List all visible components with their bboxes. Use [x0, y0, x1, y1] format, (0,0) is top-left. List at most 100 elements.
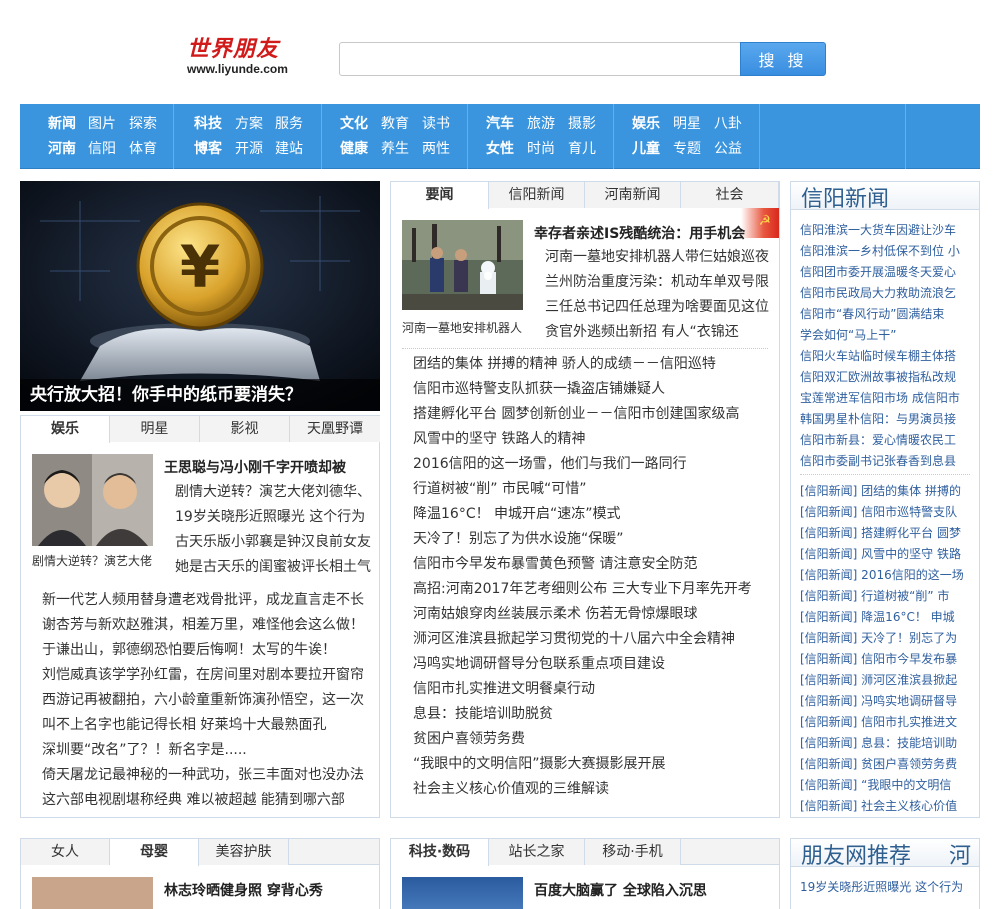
tab-entertainment[interactable]: 娱乐: [21, 416, 110, 443]
entertainment-thumbnail[interactable]: [32, 454, 153, 546]
tab-beauty-skincare[interactable]: 美容护肤: [199, 839, 289, 865]
list-item[interactable]: [信阳新闻] 信阳市巡特警支队: [800, 502, 975, 523]
summary-line[interactable]: 三任总书记四任总理为啥要面见这位: [545, 295, 775, 320]
summary-line[interactable]: 剧情大逆转？演艺大佬刘德华、: [175, 480, 375, 505]
list-item[interactable]: 西游记再被翻拍，六小龄童重新饰演孙悟空，这一次: [42, 688, 372, 713]
sidebar-title[interactable]: 信阳新闻: [801, 181, 889, 213]
list-item[interactable]: 河南姑娘穿肉丝装展示柔术 伤若无骨惊爆眼球: [413, 602, 773, 627]
list-item[interactable]: 信阳市今早发布暴雪黄色预警 请注意安全防范: [413, 552, 773, 577]
nav-link-wellness[interactable]: 养生: [381, 137, 409, 161]
list-item[interactable]: 学会如何“马上干”: [800, 325, 975, 346]
list-item[interactable]: 搭建孵化平台 圆梦创新创业－－信阳市创建国家级高: [413, 402, 773, 427]
nav-link-charity[interactable]: 公益: [714, 137, 742, 161]
list-item[interactable]: 倚天屠龙记最神秘的一种武功，张三丰面对也没办法: [42, 763, 372, 788]
summary-line[interactable]: 兰州防治重度污染：机动车单双号限: [545, 270, 775, 295]
nav-link-culture[interactable]: 文化: [340, 112, 368, 136]
tab-webmaster[interactable]: 站长之家: [489, 839, 585, 865]
nav-link-travel[interactable]: 旅游: [527, 112, 555, 136]
list-item[interactable]: 刘恺威真该学学孙红雷，在房间里对剧本要拉开窗帘: [42, 663, 372, 688]
summary-line[interactable]: 她是古天乐的闺蜜被评长相土气: [175, 555, 375, 580]
search-input[interactable]: [339, 42, 741, 76]
list-item[interactable]: 韩国男星朴信阳：与男演员接: [800, 409, 975, 430]
site-logo[interactable]: 世界朋友 www.liyunde.com: [187, 36, 307, 80]
list-item[interactable]: [信阳新闻] 贫困户喜领劳务费: [800, 754, 975, 775]
list-item[interactable]: [信阳新闻] 团结的集体 拼搏的: [800, 481, 975, 502]
nav-link-women[interactable]: 女性: [486, 137, 514, 161]
tab-tianhuang[interactable]: 天凰野谭: [290, 416, 380, 442]
nav-link-stars[interactable]: 明星: [673, 112, 701, 136]
nav-link-xinyang[interactable]: 信阳: [88, 137, 116, 161]
nav-link-photography[interactable]: 摄影: [568, 112, 596, 136]
list-item[interactable]: 叫不上名字也能记得长相 好莱坞十大最熟面孔: [42, 713, 372, 738]
list-item[interactable]: 团结的集体 拼搏的精神 骄人的成绩－－信阳巡特: [413, 352, 773, 377]
list-item[interactable]: [信阳新闻] 信阳市今早发布暴: [800, 649, 975, 670]
nav-link-reading[interactable]: 读书: [422, 112, 450, 136]
list-item[interactable]: 高招:河南2017年艺考细则公布 三大专业下月率先开考: [413, 577, 773, 602]
list-item[interactable]: 信阳淮滨一大货车因避让沙车: [800, 220, 975, 241]
tab-women[interactable]: 女人: [21, 839, 110, 865]
tab-stars[interactable]: 明星: [110, 416, 200, 442]
tab-xinyang-news[interactable]: 信阳新闻: [489, 182, 585, 208]
list-item[interactable]: 信阳团市委开展温暖冬天爱心: [800, 262, 975, 283]
nav-link-gossip[interactable]: 八卦: [714, 112, 742, 136]
nav-link-solutions[interactable]: 方案: [235, 112, 263, 136]
nav-link-services[interactable]: 服务: [275, 112, 303, 136]
tab-tech-digital[interactable]: 科技·数码: [391, 839, 489, 866]
nav-link-health[interactable]: 健康: [340, 137, 368, 161]
nav-link-education[interactable]: 教育: [381, 112, 409, 136]
entertainment-headline[interactable]: 王思聪与冯小刚千字开喷却被: [164, 457, 346, 477]
women-thumbnail[interactable]: [32, 877, 153, 909]
banner-caption[interactable]: 央行放大招！你手中的纸币要消失？: [20, 379, 380, 411]
list-item[interactable]: 信阳市新县：爱心情暖农民工: [800, 430, 975, 451]
list-item[interactable]: 信阳市扎实推进文明餐桌行动: [413, 677, 773, 702]
list-item[interactable]: 浉河区淮滨县掀起学习贯彻党的十八届六中全会精神: [413, 627, 773, 652]
nav-link-opensource[interactable]: 开源: [235, 137, 263, 161]
list-item[interactable]: 谢杏芳与新欢赵雅淇，相差万里，难怪他会这么做！: [42, 613, 372, 638]
nav-link-parenting[interactable]: 育儿: [568, 137, 596, 161]
tab-mobile-phone[interactable]: 移动·手机: [585, 839, 681, 865]
news-headline[interactable]: 幸存者亲述IS残酷统治：用手机会: [534, 223, 745, 243]
list-item[interactable]: [信阳新闻] 冯鸣实地调研督导: [800, 691, 975, 712]
hero-banner[interactable]: ¥ 央行放大招！你手中的纸币要消失？: [20, 181, 380, 411]
list-item[interactable]: [信阳新闻] “我眼中的文明信: [800, 775, 975, 796]
list-item[interactable]: 冯鸣实地调研督导分包联系重点项目建设: [413, 652, 773, 677]
entertainment-thumb-caption[interactable]: 剧情大逆转？演艺大佬: [32, 552, 157, 569]
list-item[interactable]: [信阳新闻] 息县：技能培训助: [800, 733, 975, 754]
summary-line[interactable]: 河南一墓地安排机器人带仨姑娘巡夜: [545, 245, 775, 270]
nav-link-blog[interactable]: 博客: [194, 137, 222, 161]
tab-mother-baby[interactable]: 母婴: [110, 839, 199, 866]
nav-link-entertainment[interactable]: 娱乐: [632, 112, 660, 136]
nav-link-explore[interactable]: 探索: [129, 112, 157, 136]
list-item[interactable]: “我眼中的文明信阳”摄影大赛摄影展开展: [413, 752, 773, 777]
list-item[interactable]: [信阳新闻] 风雪中的坚守 铁路: [800, 544, 975, 565]
tech-headline[interactable]: 百度大脑赢了 全球陷入沉思: [534, 880, 707, 900]
news-thumb-caption[interactable]: 河南一墓地安排机器人: [402, 319, 527, 336]
list-item[interactable]: 信阳市委副书记张春香到息县: [800, 451, 975, 472]
list-item[interactable]: 信阳市“春风行动”圆满结束: [800, 304, 975, 325]
recommend-item[interactable]: 19岁关晓彤近照曝光 这个行为: [800, 878, 975, 895]
nav-link-children[interactable]: 儿童: [632, 137, 660, 161]
list-item[interactable]: [信阳新闻] 搭建孵化平台 圆梦: [800, 523, 975, 544]
women-headline[interactable]: 林志玲晒健身照 穿背心秀: [164, 880, 323, 900]
nav-link-henan[interactable]: 河南: [48, 137, 76, 161]
nav-link-relationships[interactable]: 两性: [422, 137, 450, 161]
list-item[interactable]: 行道树被“削” 市民喊“可惜”: [413, 477, 773, 502]
tab-film-tv[interactable]: 影视: [200, 416, 290, 442]
nav-link-tech[interactable]: 科技: [194, 112, 222, 136]
list-item[interactable]: 于谦出山，郭德纲恐怕要后悔啊！太写的牛诶！: [42, 638, 372, 663]
list-item[interactable]: [信阳新闻] 社会主义核心价值: [800, 796, 975, 817]
list-item[interactable]: 风雪中的坚守 铁路人的精神: [413, 427, 773, 452]
nav-link-news[interactable]: 新闻: [48, 112, 76, 136]
tech-thumbnail[interactable]: [402, 877, 523, 909]
list-item[interactable]: 深圳要“改名”了？！新名字是.....: [42, 738, 372, 763]
list-item[interactable]: 信阳市巡特警支队抓获一撬盗店铺嫌疑人: [413, 377, 773, 402]
list-item[interactable]: [信阳新闻] 浉河区淮滨县掀起: [800, 670, 975, 691]
recommend-title[interactable]: 朋友网推荐: [801, 838, 911, 870]
list-item[interactable]: 社会主义核心价值观的三维解读: [413, 777, 773, 802]
tab-society[interactable]: 社会: [681, 182, 779, 208]
list-item[interactable]: [信阳新闻] 天冷了！别忘了为: [800, 628, 975, 649]
nav-link-sitebuild[interactable]: 建站: [275, 137, 303, 161]
list-item[interactable]: 降温16°C！ 申城开启“速冻”模式: [413, 502, 773, 527]
list-item[interactable]: 信阳淮滨一乡村低保不到位 小: [800, 241, 975, 262]
news-thumbnail[interactable]: [402, 220, 523, 310]
